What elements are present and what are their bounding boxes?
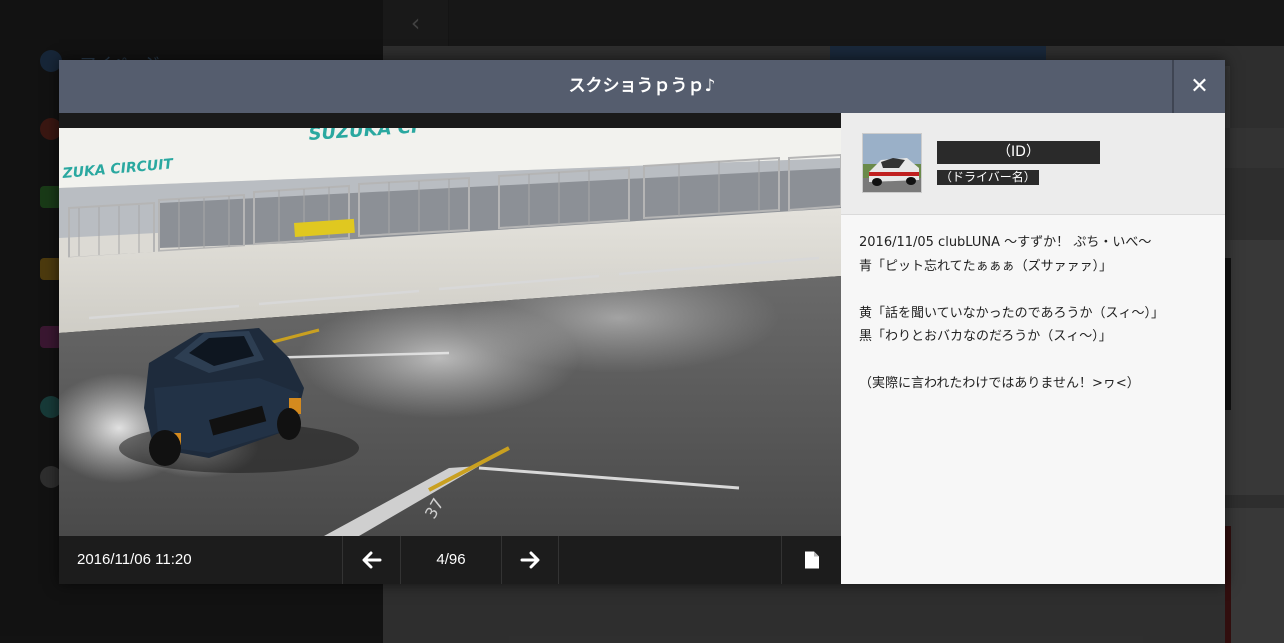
- modal-title: スクショうｐうｐ♪: [568, 76, 716, 96]
- comment-line: [859, 349, 1209, 373]
- image-viewer: SUZUKA CI ZUKA CIRCUIT 37 2016/11/06 11:…: [59, 113, 841, 584]
- comment-line: 2016/11/05 clubLUNA 〜すずか！ ぷち・いべ〜: [859, 235, 1152, 250]
- close-button[interactable]: ✕: [1172, 60, 1225, 113]
- screenshot-modal: スクショうｐうｐ♪ ✕ SUZUKA CI ZUKA CIRCUIT 37 20…: [59, 60, 1225, 584]
- user-id: （ID）: [937, 141, 1100, 164]
- comment-line: 黄「話を聞いていなかったのであろうか（スィ〜）」: [859, 305, 1164, 321]
- file-button[interactable]: [781, 536, 841, 584]
- arrow-left-icon: [362, 551, 381, 569]
- avatar[interactable]: [862, 133, 922, 193]
- comment-line: 黒「わりとおバカなのだろうか（スィ〜）」: [859, 329, 1112, 344]
- next-button[interactable]: [501, 536, 559, 584]
- post-comment: 2016/11/05 clubLUNA 〜すずか！ ぷち・いべ〜 青「ピット忘れ…: [859, 231, 1209, 396]
- comment-line: 青「ピット忘れてたぁぁぁ（ズサァァァ）」: [859, 258, 1113, 274]
- previous-button[interactable]: [342, 536, 401, 584]
- screenshot-image[interactable]: SUZUKA CI ZUKA CIRCUIT 37: [59, 128, 841, 536]
- viewer-toolbar: 2016/11/06 11:20 4/96: [59, 536, 841, 584]
- file-icon: [804, 551, 819, 569]
- arrow-right-icon: [520, 551, 540, 569]
- image-counter: 4/96: [436, 551, 466, 568]
- capture-date: 2016/11/06 11:20: [77, 551, 192, 568]
- user-profile: （ID） （ドライバー名）: [841, 113, 1225, 215]
- comment-line: （実際に言われたわけではありません！>ヮ<）: [859, 376, 1140, 391]
- driver-name: （ドライバー名）: [937, 170, 1039, 185]
- close-icon: ✕: [1190, 74, 1209, 99]
- info-panel: （ID） （ドライバー名） 2016/11/05 clubLUNA 〜すずか！ …: [841, 113, 1225, 584]
- modal-header: スクショうｐうｐ♪ ✕: [59, 60, 1225, 113]
- comment-line: [859, 278, 1209, 302]
